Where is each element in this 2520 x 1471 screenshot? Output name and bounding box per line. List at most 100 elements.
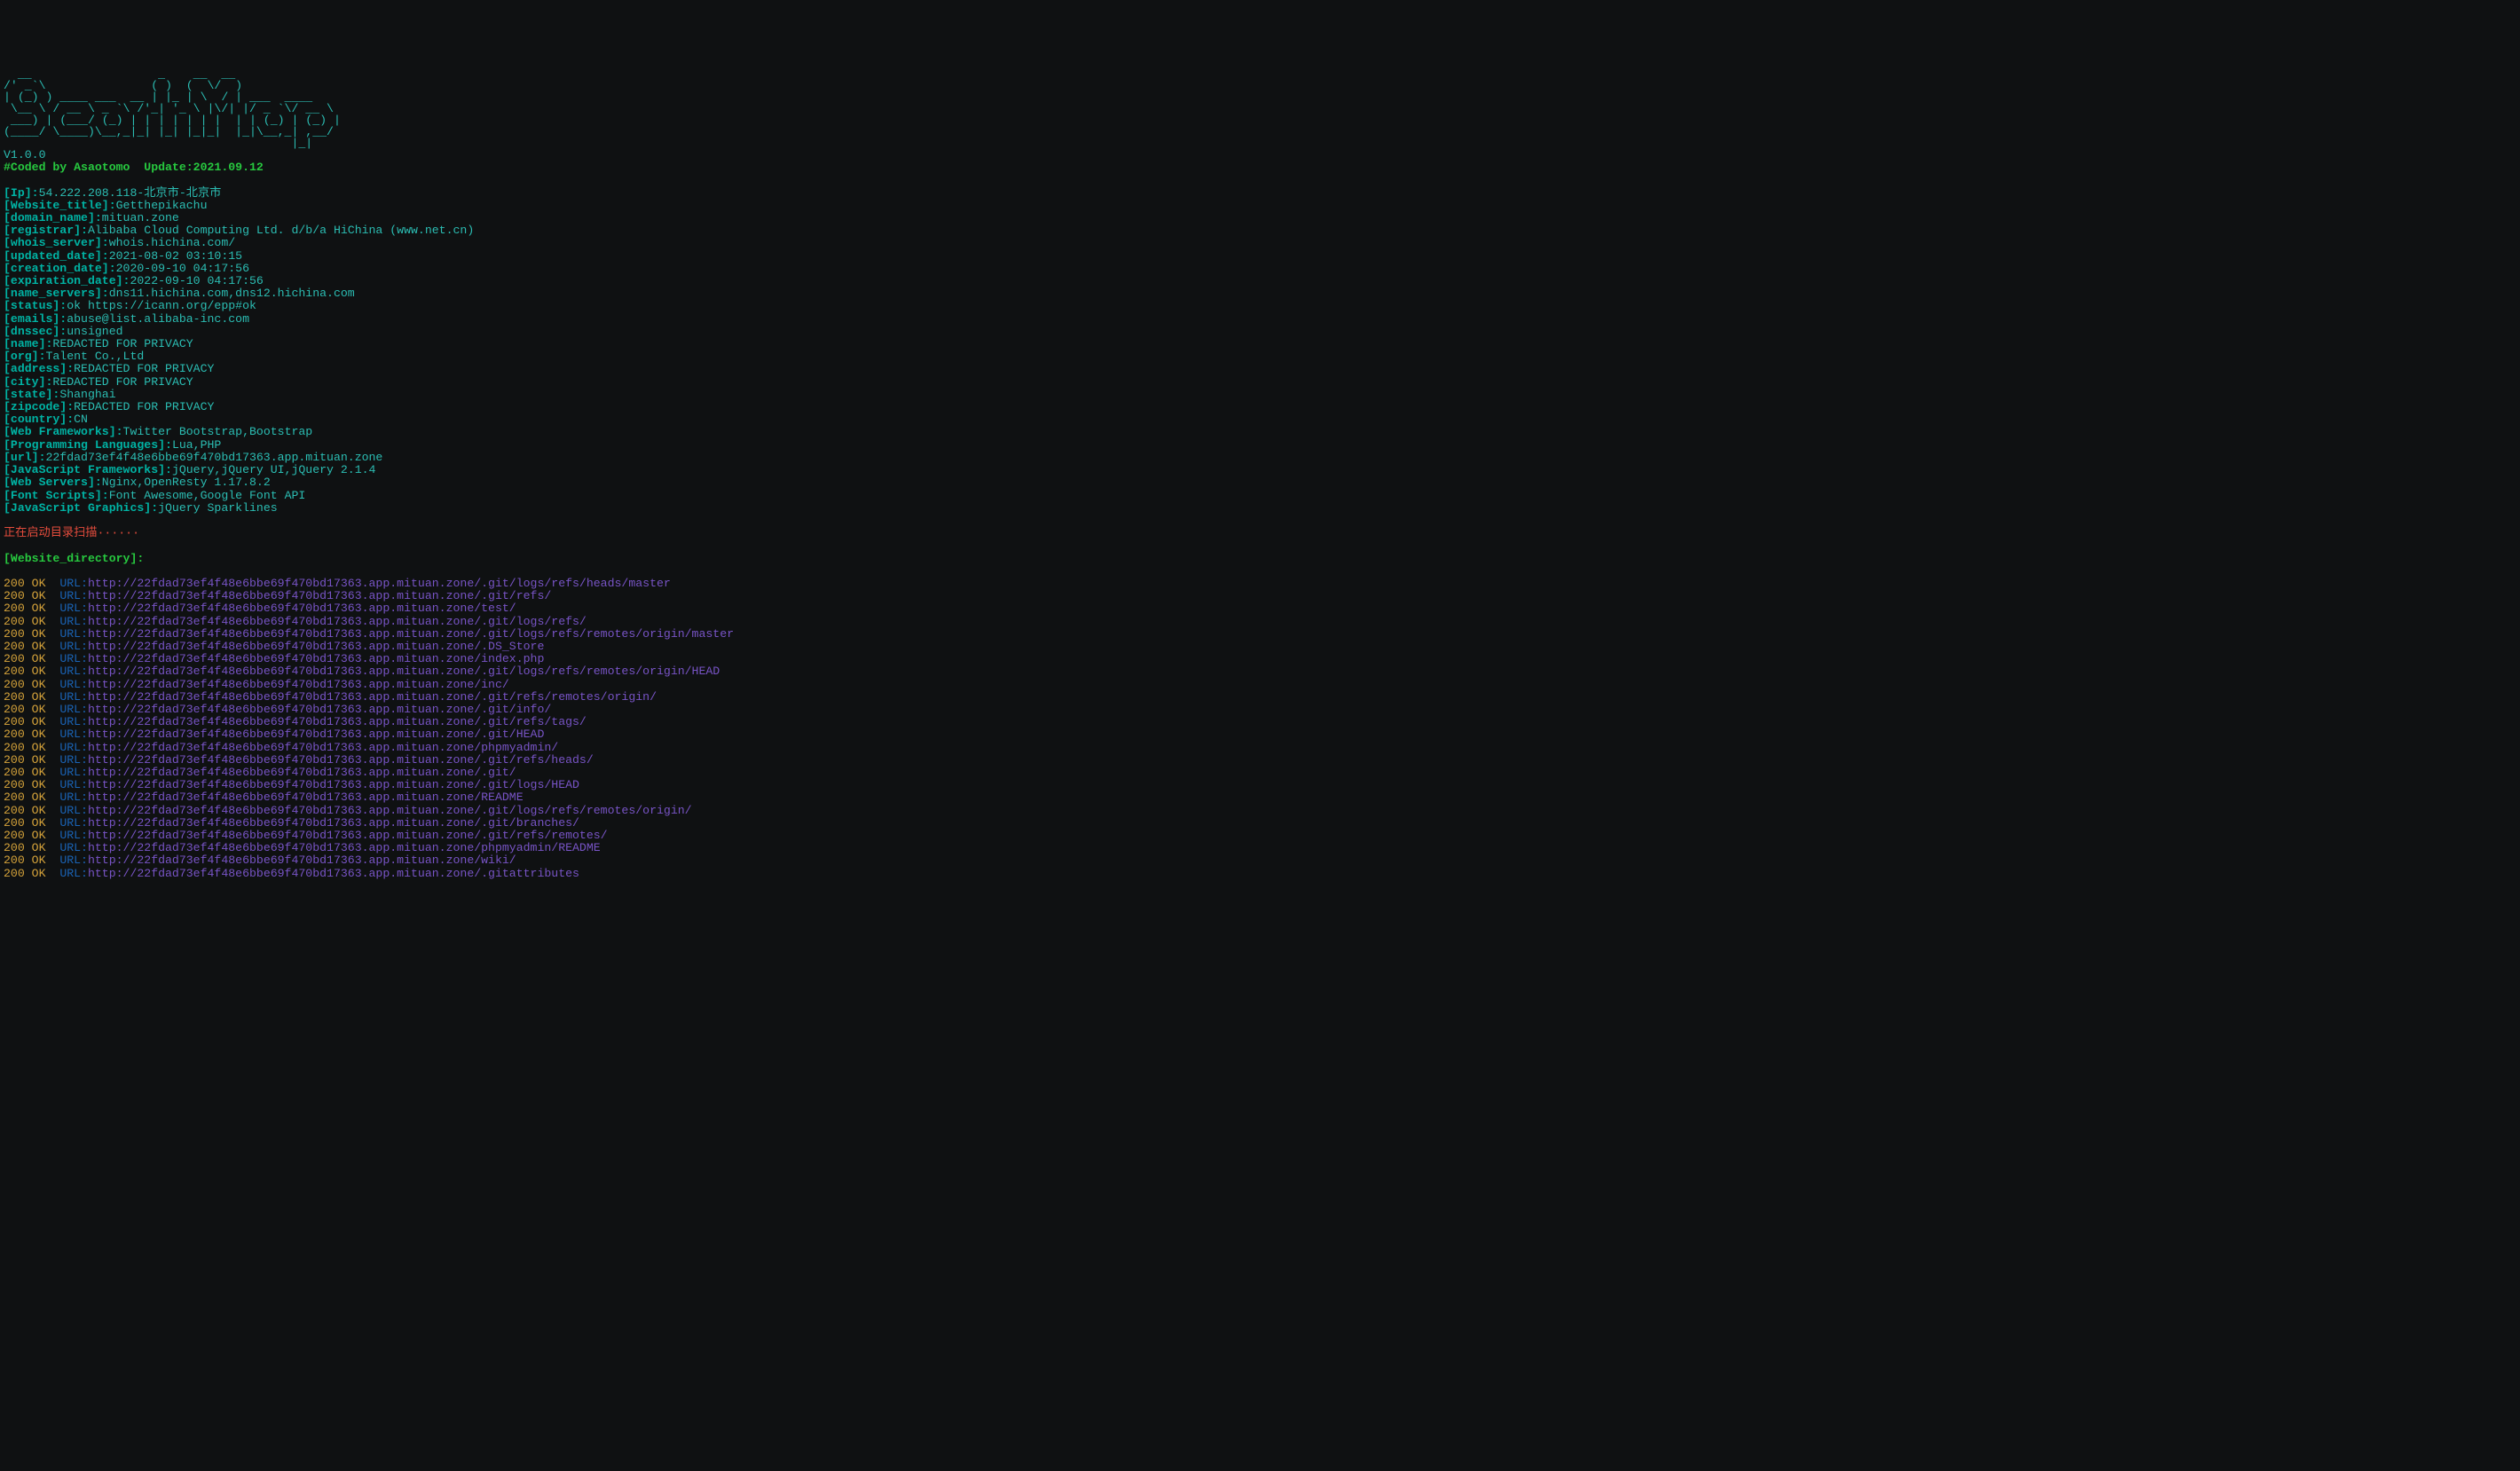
http-status: 200 OK [4, 853, 45, 867]
directory-result-row: 200 OK URL:http://22fdad73ef4f48e6bbe69f… [4, 842, 2516, 854]
info-value: Font Awesome,Google Font API [109, 489, 306, 502]
http-status: 200 OK [4, 804, 45, 817]
info-value: mituan.zone [102, 211, 179, 224]
info-line: [country]:CN [4, 413, 2516, 426]
info-value: 54.222.208.118-北京市-北京市 [39, 186, 222, 200]
info-value: Nginx,OpenResty 1.17.8.2 [102, 476, 271, 489]
url-label-prefix: URL: [59, 690, 88, 704]
directory-result-row: 200 OK URL:http://22fdad73ef4f48e6bbe69f… [4, 791, 2516, 804]
result-url: http://22fdad73ef4f48e6bbe69f470bd17363.… [88, 804, 692, 817]
directory-result-row: 200 OK URL:http://22fdad73ef4f48e6bbe69f… [4, 830, 2516, 842]
directory-result-row: 200 OK URL:http://22fdad73ef4f48e6bbe69f… [4, 742, 2516, 754]
result-url: http://22fdad73ef4f48e6bbe69f470bd17363.… [88, 816, 579, 830]
info-label: [name]: [4, 337, 52, 350]
result-url: http://22fdad73ef4f48e6bbe69f470bd17363.… [88, 867, 579, 880]
info-value: REDACTED FOR PRIVACY [74, 362, 214, 375]
url-label-prefix: URL: [59, 778, 88, 791]
info-line: [Web Servers]:Nginx,OpenResty 1.17.8.2 [4, 476, 2516, 489]
directory-result-row: 200 OK URL:http://22fdad73ef4f48e6bbe69f… [4, 578, 2516, 590]
http-status: 200 OK [4, 577, 45, 590]
url-label-prefix: URL: [59, 640, 88, 653]
directory-result-row: 200 OK URL:http://22fdad73ef4f48e6bbe69f… [4, 779, 2516, 791]
url-label-prefix: URL: [59, 728, 88, 741]
http-status: 200 OK [4, 665, 45, 678]
info-label: [Web Servers]: [4, 476, 102, 489]
http-status: 200 OK [4, 867, 45, 880]
url-label-prefix: URL: [59, 678, 88, 691]
info-line: [name_servers]:dns11.hichina.com,dns12.h… [4, 287, 2516, 300]
result-url: http://22fdad73ef4f48e6bbe69f470bd17363.… [88, 703, 551, 716]
info-label: [state]: [4, 388, 59, 401]
http-status: 200 OK [4, 627, 45, 641]
directory-result-row: 200 OK URL:http://22fdad73ef4f48e6bbe69f… [4, 616, 2516, 628]
result-url: http://22fdad73ef4f48e6bbe69f470bd17363.… [88, 741, 558, 754]
url-label-prefix: URL: [59, 715, 88, 728]
http-status: 200 OK [4, 602, 45, 615]
result-url: http://22fdad73ef4f48e6bbe69f470bd17363.… [88, 627, 734, 641]
url-label-prefix: URL: [59, 615, 88, 628]
spacer [45, 816, 59, 830]
result-url: http://22fdad73ef4f48e6bbe69f470bd17363.… [88, 665, 720, 678]
directory-result-row: 200 OK URL:http://22fdad73ef4f48e6bbe69f… [4, 805, 2516, 817]
info-label: [JavaScript Frameworks]: [4, 463, 172, 476]
spacer [45, 615, 59, 628]
info-value: 2021-08-02 03:10:15 [109, 249, 242, 263]
info-line: [updated_date]:2021-08-02 03:10:15 [4, 250, 2516, 263]
http-status: 200 OK [4, 690, 45, 704]
scan-start-line: 正在启动目录扫描······ [4, 527, 2516, 539]
info-line: [expiration_date]:2022-09-10 04:17:56 [4, 275, 2516, 287]
info-value: jQuery,jQuery UI,jQuery 2.1.4 [172, 463, 376, 476]
info-line: [Font Scripts]:Font Awesome,Google Font … [4, 490, 2516, 502]
info-label: [creation_date]: [4, 262, 116, 275]
info-label: [Website_title]: [4, 199, 116, 212]
info-line: [creation_date]:2020-09-10 04:17:56 [4, 263, 2516, 275]
result-url: http://22fdad73ef4f48e6bbe69f470bd17363.… [88, 615, 587, 628]
info-label: [whois_server]: [4, 236, 109, 249]
info-value: ok https://icann.org/epp#ok [67, 299, 256, 312]
http-status: 200 OK [4, 778, 45, 791]
spacer [45, 853, 59, 867]
info-line: [org]:Talent Co.,Ltd [4, 350, 2516, 363]
info-line: [name]:REDACTED FOR PRIVACY [4, 338, 2516, 350]
result-url: http://22fdad73ef4f48e6bbe69f470bd17363.… [88, 589, 551, 602]
result-url: http://22fdad73ef4f48e6bbe69f470bd17363.… [88, 841, 601, 854]
info-label: [address]: [4, 362, 74, 375]
directory-result-row: 200 OK URL:http://22fdad73ef4f48e6bbe69f… [4, 716, 2516, 728]
info-value: dns11.hichina.com,dns12.hichina.com [109, 287, 355, 300]
directory-result-row: 200 OK URL:http://22fdad73ef4f48e6bbe69f… [4, 653, 2516, 665]
info-line: [zipcode]:REDACTED FOR PRIVACY [4, 401, 2516, 413]
spacer [45, 804, 59, 817]
info-line: [address]:REDACTED FOR PRIVACY [4, 363, 2516, 375]
directory-scan-results: 200 OK URL:http://22fdad73ef4f48e6bbe69f… [4, 578, 2516, 880]
spacer [45, 652, 59, 665]
url-label-prefix: URL: [59, 867, 88, 880]
info-label: [country]: [4, 413, 74, 426]
info-label: [Programming Languages]: [4, 438, 172, 452]
result-url: http://22fdad73ef4f48e6bbe69f470bd17363.… [88, 853, 516, 867]
info-value: 2022-09-10 04:17:56 [130, 274, 263, 287]
info-value: unsigned [67, 325, 122, 338]
info-line: [emails]:abuse@list.alibaba-inc.com [4, 313, 2516, 326]
info-line: [city]:REDACTED FOR PRIVACY [4, 376, 2516, 389]
info-value: Twitter Bootstrap,Bootstrap [123, 425, 313, 438]
http-status: 200 OK [4, 652, 45, 665]
info-label: [updated_date]: [4, 249, 109, 263]
info-line: [Programming Languages]:Lua,PHP [4, 439, 2516, 452]
spacer [45, 627, 59, 641]
result-url: http://22fdad73ef4f48e6bbe69f470bd17363.… [88, 778, 579, 791]
spacer [45, 715, 59, 728]
info-label: [expiration_date]: [4, 274, 130, 287]
http-status: 200 OK [4, 753, 45, 767]
info-value: 2020-09-10 04:17:56 [116, 262, 249, 275]
info-label: [name_servers]: [4, 287, 109, 300]
result-url: http://22fdad73ef4f48e6bbe69f470bd17363.… [88, 690, 657, 704]
url-label-prefix: URL: [59, 829, 88, 842]
website-directory-label: [Website_directory]: [4, 553, 2516, 565]
url-label-prefix: URL: [59, 627, 88, 641]
spacer [45, 829, 59, 842]
version-text: V1.0.0 [4, 148, 45, 161]
url-label-prefix: URL: [59, 766, 88, 779]
directory-result-row: 200 OK URL:http://22fdad73ef4f48e6bbe69f… [4, 704, 2516, 716]
url-label-prefix: URL: [59, 791, 88, 804]
http-status: 200 OK [4, 829, 45, 842]
